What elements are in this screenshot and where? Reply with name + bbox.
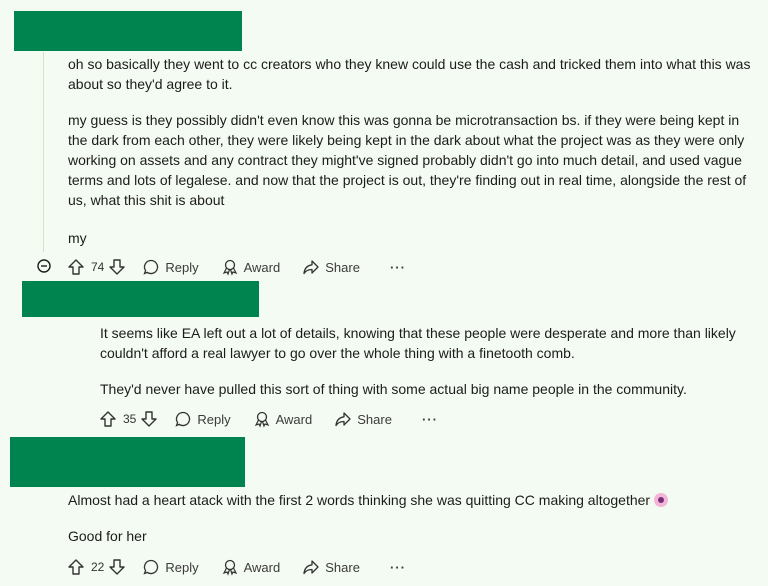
reply-button[interactable]: Reply <box>174 410 231 428</box>
comment-paragraph: my guess is they possibly didn't even kn… <box>68 112 747 208</box>
more-options-button[interactable]: ··· <box>390 560 406 575</box>
share-button[interactable]: Share <box>302 558 360 576</box>
comment-action-bar: 74 Reply Award Share ··· <box>67 256 406 278</box>
award-label: Award <box>243 559 281 575</box>
reply-label: Reply <box>197 411 231 427</box>
comment-paragraph: Good for her <box>68 528 147 544</box>
award-ribbon-icon <box>253 410 271 428</box>
upvote-arrow-icon[interactable] <box>67 258 85 276</box>
more-options-button[interactable]: ··· <box>422 412 438 427</box>
speech-bubble-icon <box>174 410 192 428</box>
share-arrow-icon <box>334 410 352 428</box>
comment-text: Almost had a heart atack with the first … <box>68 492 651 508</box>
reply-button[interactable]: Reply <box>142 258 199 276</box>
thread-line[interactable] <box>43 52 44 252</box>
redacted-username <box>14 11 242 51</box>
reply-label: Reply <box>165 259 199 275</box>
upvote-arrow-icon[interactable] <box>67 558 85 576</box>
downvote-arrow-icon[interactable] <box>108 558 126 576</box>
share-label: Share <box>325 559 360 575</box>
speech-bubble-icon <box>142 258 160 276</box>
downvote-arrow-icon[interactable] <box>108 258 126 276</box>
upvote-arrow-icon[interactable] <box>99 410 117 428</box>
downvote-arrow-icon[interactable] <box>140 410 158 428</box>
redacted-username <box>10 437 245 487</box>
award-label: Award <box>275 411 313 427</box>
share-label: Share <box>357 411 392 427</box>
award-button[interactable]: Award <box>221 258 281 276</box>
face-screaming-emoji-icon <box>653 493 668 507</box>
award-ribbon-icon <box>221 258 239 276</box>
vote-count: 74 <box>91 260 105 274</box>
award-label: Award <box>243 259 281 275</box>
comment-paragraph: oh so basically they went to cc creators… <box>68 56 751 92</box>
award-button[interactable]: Award <box>221 558 281 576</box>
share-button[interactable]: Share <box>302 258 360 276</box>
more-options-button[interactable]: ··· <box>390 260 406 275</box>
award-ribbon-icon <box>221 558 239 576</box>
reply-label: Reply <box>165 559 199 575</box>
redacted-username <box>22 281 259 317</box>
share-label: Share <box>325 259 360 275</box>
comment-paragraph: Almost had a heart atack with the first … <box>68 490 758 510</box>
comment-paragraph: They'd never have pulled this sort of th… <box>100 381 687 397</box>
speech-bubble-icon <box>142 558 160 576</box>
vote-count: 22 <box>91 560 105 574</box>
comment-action-bar: 35 Reply Award Share ··· <box>99 408 438 430</box>
comment-action-bar: 22 Reply Award Share ··· <box>67 556 406 578</box>
award-button[interactable]: Award <box>253 410 313 428</box>
reply-button[interactable]: Reply <box>142 558 199 576</box>
share-arrow-icon <box>302 258 320 276</box>
collapse-thread-icon[interactable] <box>37 259 51 273</box>
share-button[interactable]: Share <box>334 410 392 428</box>
vote-count: 35 <box>123 412 137 426</box>
share-arrow-icon <box>302 558 320 576</box>
comment-paragraph: It seems like EA left out a lot of detai… <box>100 325 736 361</box>
comment-paragraph: my <box>68 230 87 246</box>
